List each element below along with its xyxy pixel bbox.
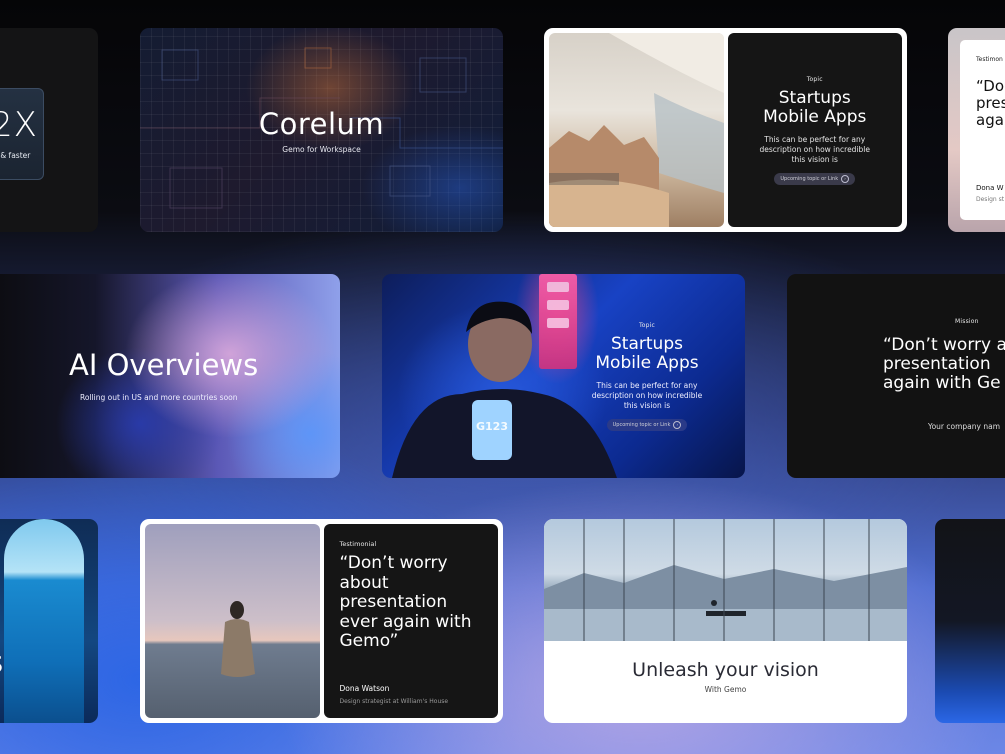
testimonial-name: Dona Watson — [339, 684, 390, 693]
testimonial-peek-role: Design st — [976, 196, 1005, 203]
unleash-subtitle: With Gemo — [704, 685, 747, 694]
arrow-right-icon: › — [841, 174, 850, 183]
woman-in-sea-image — [145, 524, 320, 718]
testimonial-peek-label: Testimon — [976, 56, 1003, 63]
slide-card-ocean[interactable]: s — [0, 519, 98, 723]
slide-card-startups-top[interactable]: Topic Startups Mobile Apps This can be p… — [544, 28, 907, 232]
topic-label-mid: Topic — [638, 321, 656, 329]
upcoming-link-label-mid: Upcoming topic or Link — [612, 421, 671, 428]
startups-mid-title: Startups Mobile Apps — [595, 333, 699, 373]
ocean-letter: s — [0, 645, 3, 679]
testimonial-role: Design strategist at William's House — [339, 698, 449, 705]
startups-top-body: This can be perfect for any description … — [759, 134, 870, 164]
speed-badge-value: 2X — [0, 105, 38, 145]
arrow-right-icon: › — [673, 420, 682, 429]
mountain-window-image — [544, 519, 907, 641]
ocean-arch-image — [4, 519, 84, 723]
startups-mid-body: This can be perfect for any description … — [591, 380, 703, 410]
upcoming-link-pill[interactable]: Upcoming topic or Link › — [774, 172, 856, 185]
mission-quote: “Don’t worry a presentation again with G… — [883, 336, 1005, 393]
upcoming-link-label: Upcoming topic or Link — [780, 175, 839, 182]
corelum-title: Corelum — [258, 106, 385, 141]
corelum-subtitle: Gemo for Workspace — [282, 144, 361, 154]
ai-overviews-subtitle: Rolling out in US and more countries soo… — [80, 393, 238, 402]
speed-badge-caption: t & faster — [0, 151, 31, 160]
mission-label: Mission — [955, 318, 979, 325]
mission-company: Your company nam — [928, 422, 1001, 431]
slide-card-corelum[interactable]: Corelum Gemo for Workspace — [140, 28, 503, 232]
testimonial-peek-name: Dona W — [976, 184, 1004, 192]
testimonial-label: Testimonial — [339, 540, 377, 548]
slide-card-2x[interactable]: 2X t & faster — [0, 28, 98, 232]
speed-badge: 2X t & faster — [0, 88, 44, 180]
testimonial-peek-panel: Testimon “Don pres again Dona W Design s… — [960, 40, 1005, 220]
startups-top-panel: Topic Startups Mobile Apps This can be p… — [727, 33, 902, 227]
topic-label: Topic — [806, 75, 823, 83]
upcoming-link-pill-mid[interactable]: Upcoming topic or Link › — [606, 418, 688, 431]
testimonial-panel: Testimonial “Don’t worry about presentat… — [323, 524, 498, 718]
ai-overviews-title: AI Overviews — [69, 348, 259, 382]
startups-top-title: Startups Mobile Apps — [763, 87, 867, 127]
testimonial-peek-quote: “Don pres again — [976, 78, 1005, 129]
slide-card-unleash[interactable]: Unleash your vision With Gemo — [544, 519, 907, 723]
slide-card-startups-mid[interactable]: G123 Topic Startups Mobile Apps This can… — [382, 274, 745, 478]
slide-card-mission[interactable]: Mission “Don’t worry a presentation agai… — [787, 274, 1005, 478]
phone-case-text: G123 — [476, 420, 508, 433]
slide-card-ai-overviews[interactable]: AI Overviews Rolling out in US and more … — [0, 274, 340, 478]
unleash-title: Unleash your vision — [632, 659, 819, 681]
architecture-image — [549, 33, 724, 227]
slide-card-blue-peek[interactable] — [935, 519, 1005, 723]
slide-card-testimonial[interactable]: Testimonial “Don’t worry about presentat… — [140, 519, 503, 723]
testimonial-quote: “Don’t worry about presentation ever aga… — [339, 553, 472, 651]
slide-card-testimonial-peek[interactable]: Testimon “Don pres again Dona W Design s… — [948, 28, 1005, 232]
